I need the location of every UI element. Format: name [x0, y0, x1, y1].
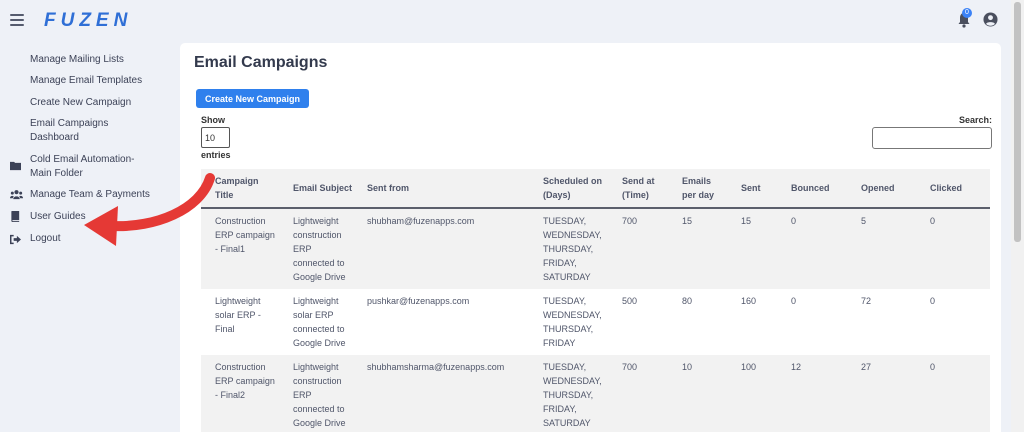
account-icon[interactable]: [983, 12, 998, 27]
entries-label: entries: [201, 150, 231, 160]
cell-sent: 100: [727, 355, 777, 432]
sidebar-item-label: Create New Campaign: [30, 97, 132, 108]
app-logo[interactable]: FUZEN: [44, 10, 132, 32]
cell-clicked: 0: [916, 355, 990, 432]
sidebar-item-label: User Guides: [30, 211, 86, 222]
cell-send-time: 700: [608, 355, 668, 432]
column-header-send-at[interactable]: Send at (Time): [608, 169, 668, 209]
cell-send-time: 500: [608, 289, 668, 355]
campaigns-card: Email Campaigns Create New Campaign Show…: [180, 43, 1001, 432]
cell-opened: 27: [847, 355, 916, 432]
campaigns-table: Campaign Title Email Subject Sent from S…: [201, 169, 990, 432]
cell-clicked: 0: [916, 289, 990, 355]
cell-campaign-title: Construction ERP campaign - Final2: [201, 355, 279, 432]
page-scrollbar-thumb[interactable]: [1014, 2, 1021, 242]
sidebar-item-label: Manage Email Templates: [30, 75, 143, 86]
cell-sent: 160: [727, 289, 777, 355]
cell-sent-from: shubhamsharma@fuzenapps.com: [353, 355, 529, 432]
cell-campaign-title: Lightweight solar ERP - Final: [201, 289, 279, 355]
folder-icon: [10, 161, 21, 171]
column-header-sent-from[interactable]: Sent from: [353, 169, 529, 209]
cell-email-subject: Lightweight construction ERP connected t…: [279, 355, 353, 432]
cell-clicked: 0: [916, 208, 990, 289]
column-header-emails-per-day[interactable]: Emails per day: [668, 169, 727, 209]
cell-scheduled-days: TUESDAY, WEDNESDAY, THURSDAY, FRIDAY, SA…: [529, 208, 608, 289]
users-icon: [10, 190, 23, 200]
sidebar-item-label: Main Folder: [30, 168, 83, 179]
show-label: Show: [201, 115, 225, 125]
entries-per-page-select[interactable]: [201, 127, 230, 148]
sidebar-item-label: Logout: [30, 233, 61, 244]
page-title: Email Campaigns: [194, 54, 328, 71]
cell-sent-from: shubham@fuzenapps.com: [353, 208, 529, 289]
cell-emails-per-day: 80: [668, 289, 727, 355]
cell-email-subject: Lightweight solar ERP connected to Googl…: [279, 289, 353, 355]
cell-bounced: 0: [777, 208, 847, 289]
top-bar: FUZEN 0: [0, 0, 1010, 42]
cell-sent: 15: [727, 208, 777, 289]
sidebar-item-label: Manage Team & Payments: [30, 189, 150, 200]
cell-emails-per-day: 10: [668, 355, 727, 432]
cell-scheduled-days: TUESDAY, WEDNESDAY, THURSDAY, FRIDAY: [529, 289, 608, 355]
book-icon: [11, 211, 20, 222]
search-input[interactable]: [872, 127, 992, 149]
logout-icon: [10, 234, 21, 245]
cell-send-time: 700: [608, 208, 668, 289]
cell-scheduled-days: TUESDAY, WEDNESDAY, THURSDAY, FRIDAY, SA…: [529, 355, 608, 432]
search-label: Search:: [959, 115, 993, 125]
notification-badge: 0: [962, 8, 972, 18]
sidebar-item-label: Email Campaigns: [30, 118, 109, 129]
sidebar-item-label: Dashboard: [30, 132, 79, 143]
column-header-campaign-title[interactable]: Campaign Title: [201, 169, 279, 209]
cell-opened: 72: [847, 289, 916, 355]
create-new-campaign-button[interactable]: Create New Campaign: [196, 89, 309, 108]
column-header-email-subject[interactable]: Email Subject: [279, 169, 353, 209]
cell-bounced: 0: [777, 289, 847, 355]
sidebar-item-label: Manage Mailing Lists: [30, 54, 124, 65]
table-row[interactable]: Construction ERP campaign - Final1 Light…: [201, 208, 990, 289]
cell-emails-per-day: 15: [668, 208, 727, 289]
table-header-row: Campaign Title Email Subject Sent from S…: [201, 169, 990, 209]
cell-bounced: 12: [777, 355, 847, 432]
sidebar-item-label: Cold Email Automation-: [30, 154, 135, 165]
column-header-opened[interactable]: Opened: [847, 169, 916, 209]
cell-campaign-title: Construction ERP campaign - Final1: [201, 208, 279, 289]
cell-email-subject: Lightweight construction ERP connected t…: [279, 208, 353, 289]
column-header-sent[interactable]: Sent: [727, 169, 777, 209]
cell-opened: 5: [847, 208, 916, 289]
table-row[interactable]: Construction ERP campaign - Final2 Light…: [201, 355, 990, 432]
table-row[interactable]: Lightweight solar ERP - Final Lightweigh…: [201, 289, 990, 355]
column-header-scheduled-on[interactable]: Scheduled on (Days): [529, 169, 608, 209]
column-header-bounced[interactable]: Bounced: [777, 169, 847, 209]
column-header-clicked[interactable]: Clicked: [916, 169, 990, 209]
hamburger-menu-icon[interactable]: [10, 14, 24, 26]
cell-sent-from: pushkar@fuzenapps.com: [353, 289, 529, 355]
